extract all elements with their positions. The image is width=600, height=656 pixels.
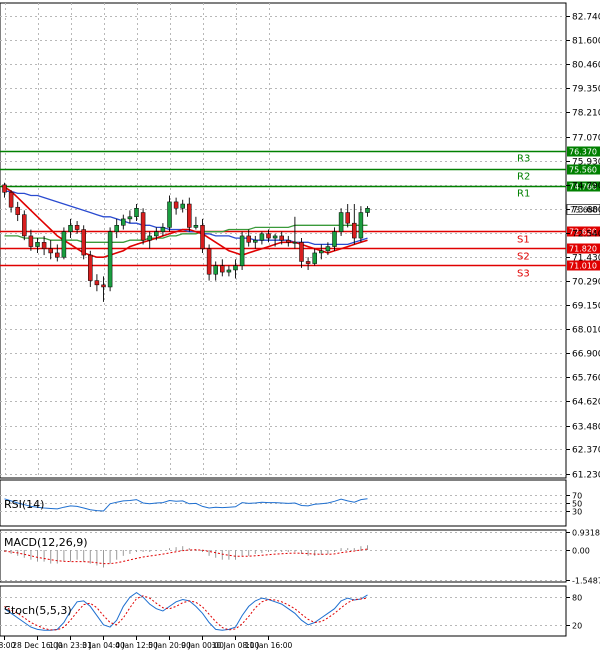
price-tick-label: 69.150 (572, 302, 600, 312)
candle-down (187, 203, 192, 228)
candle-down (55, 252, 60, 258)
candle-down (2, 184, 7, 193)
candle-down (286, 239, 291, 243)
candle-down (22, 214, 27, 237)
candle-down (28, 235, 34, 247)
price-tick-label: 61.230 (572, 471, 600, 481)
candle-up (319, 250, 324, 254)
candle-down (246, 235, 251, 243)
price-tick-label: 75.930 (572, 158, 600, 168)
price-tick-label: 68.010 (572, 326, 600, 336)
candle-up (193, 225, 199, 228)
candle-down (15, 206, 20, 215)
candle-up (121, 218, 126, 226)
price-tick-label: 78.210 (572, 109, 600, 119)
candle-up (272, 235, 278, 239)
candle-down (101, 284, 106, 288)
candle-up (61, 231, 67, 258)
candle-up (312, 252, 317, 264)
candle-up (107, 231, 113, 288)
level-name-r2: R2 (517, 172, 530, 183)
candle-up (167, 201, 172, 228)
candle-up (332, 231, 337, 247)
candle-up (127, 216, 133, 220)
candle-up (213, 265, 218, 275)
candle-up (292, 242, 298, 244)
price-tick-label: 79.350 (572, 85, 600, 95)
price-chart: R376.370R275.560R174.760S172.620S271.820… (0, 0, 600, 656)
candle-down (266, 233, 271, 239)
price-tick-label: 65.760 (572, 374, 600, 384)
candle-down (8, 192, 14, 208)
osc-tick-label: 0.9318 (572, 529, 600, 538)
candle-down (81, 229, 86, 256)
price-tick-label: 81.600 (572, 37, 600, 47)
candle-down (41, 242, 47, 249)
candle-up (180, 203, 185, 209)
price-tick-label: 62.370 (572, 446, 600, 456)
osc-tick-label: 20 (572, 622, 582, 631)
candle-down (94, 280, 100, 286)
price-tick-label: 64.620 (572, 398, 600, 408)
level-price-label-s2: 71.820 (569, 245, 597, 254)
price-tick-label: 77.070 (572, 134, 600, 144)
candle-up (325, 246, 331, 252)
level-name-r3: R3 (517, 154, 530, 165)
level-name-s1: S1 (517, 235, 530, 246)
candle-up (253, 239, 258, 243)
candle-down (305, 261, 311, 264)
level-name-s2: S2 (517, 252, 530, 263)
candle-down (220, 265, 225, 273)
candle-up (338, 212, 344, 232)
price-tick-label: 63.480 (572, 423, 600, 433)
price-tick-label: 71.430 (572, 254, 600, 264)
candle-down (299, 242, 304, 262)
candle-up (147, 235, 152, 241)
candle-up (114, 225, 119, 232)
stoch-title: Stoch(5,5,3) (4, 604, 72, 617)
osc-tick-label: -1.5487 (572, 577, 600, 586)
candle-up (239, 235, 245, 266)
price-tick-label: 73.680 (572, 206, 600, 216)
candle-down (88, 254, 93, 281)
macd-title: MACD(12,26,9) (4, 536, 88, 549)
candle-up (358, 212, 364, 239)
osc-tick-label: 80 (572, 594, 582, 603)
candle-down (48, 248, 53, 254)
candle-up (226, 269, 232, 273)
candle-up (154, 231, 159, 237)
candle-down (200, 225, 205, 249)
osc-tick-label: 30 (572, 508, 582, 517)
level-name-s3: S3 (517, 269, 530, 280)
candle-down (173, 201, 179, 209)
price-tick-label: 80.460 (572, 61, 600, 71)
candle-down (279, 235, 284, 241)
candle-up (233, 265, 238, 271)
candle-up (134, 208, 139, 218)
candle-down (140, 212, 146, 241)
price-tick-label: 70.290 (572, 278, 600, 288)
candle-up (68, 225, 73, 232)
candle-down (74, 225, 80, 230)
time-tick-label: 11 Jan 16:00 (245, 641, 293, 650)
level-price-label-r3: 76.370 (569, 148, 597, 157)
candle-up (259, 233, 265, 241)
price-tick-label: 66.900 (572, 350, 600, 360)
candle-down (206, 248, 212, 275)
price-tick-label: 74.790 (572, 182, 600, 192)
price-tick-label: 72.540 (572, 230, 600, 240)
candle-up (160, 227, 166, 232)
candle-up (35, 242, 40, 247)
candle-down (352, 222, 357, 239)
candle-up (365, 208, 370, 213)
price-tick-label: 82.740 (572, 13, 600, 23)
level-name-r1: R1 (517, 189, 530, 200)
osc-tick-label: 0.00 (572, 547, 590, 556)
candle-down (345, 212, 350, 224)
rsi-title: RSI(14) (4, 498, 44, 511)
